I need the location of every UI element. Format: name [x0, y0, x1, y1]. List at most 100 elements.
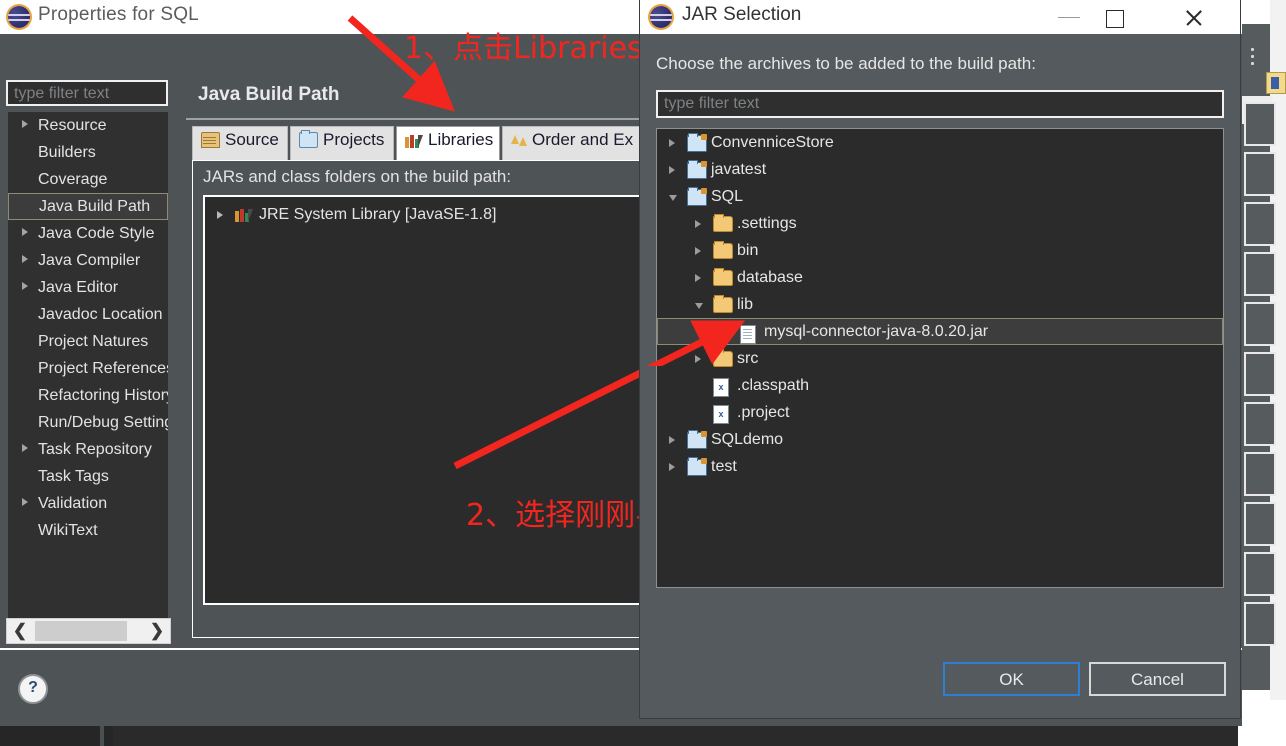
- sidebar-item-java-editor[interactable]: Java Editor: [8, 274, 168, 301]
- overflow-menu-icon[interactable]: [1251, 48, 1254, 70]
- sidebar-tree[interactable]: Resource Builders Coverage Java Build Path J…: [8, 112, 168, 622]
- chevron-right-icon[interactable]: [22, 498, 28, 506]
- tree-item-javatest[interactable]: javatest: [657, 156, 1223, 183]
- tree-item-src[interactable]: src: [657, 345, 1223, 372]
- tree-item-test[interactable]: test: [657, 453, 1223, 480]
- folder-icon: [713, 349, 733, 367]
- sidebar-item-javadoc-location[interactable]: Javadoc Location: [8, 301, 168, 328]
- sidebar-item-label: Task Repository: [38, 441, 152, 458]
- sidebar-item-coverage[interactable]: Coverage: [8, 166, 168, 193]
- tree-item-label: javatest: [711, 161, 767, 178]
- minimize-icon[interactable]: [1046, 0, 1092, 34]
- chevron-right-icon[interactable]: [695, 247, 701, 255]
- tree-item-mysql-connector-java-8-0-20-jar[interactable]: mysql-connector-java-8.0.20.jar: [657, 318, 1223, 345]
- close-icon[interactable]: [1170, 0, 1216, 34]
- properties-window-title: Properties for SQL: [38, 4, 199, 25]
- tab-libraries[interactable]: Libraries: [396, 126, 500, 160]
- tree-item-sqldemo[interactable]: SQLdemo: [657, 426, 1223, 453]
- tree-item-classpath[interactable]: x .classpath: [657, 372, 1223, 399]
- tab-projects[interactable]: Projects: [290, 126, 394, 160]
- tree-item-settings[interactable]: .settings: [657, 210, 1223, 237]
- jar-filter-input[interactable]: type filter text: [656, 90, 1224, 118]
- sidebar-item-refactoring-history[interactable]: Refactoring History: [8, 382, 168, 409]
- jar-selection-tree[interactable]: ConvenniceStore javatest SQL .settings bin da…: [656, 128, 1224, 588]
- tab-order-and-ex[interactable]: Order and Ex: [502, 126, 652, 160]
- folder-icon: [713, 241, 733, 259]
- tree-item-label: src: [737, 350, 759, 367]
- tree-item-label: SQLdemo: [711, 431, 784, 448]
- sidebar-item-wikitext[interactable]: WikiText: [8, 517, 168, 544]
- chevron-right-icon[interactable]: [22, 255, 28, 263]
- chevron-right-icon[interactable]: [695, 274, 701, 282]
- sidebar-item-java-compiler[interactable]: Java Compiler: [8, 247, 168, 274]
- sidebar-item-project-references[interactable]: Project References: [8, 355, 168, 382]
- maximize-icon[interactable]: [1092, 0, 1138, 34]
- sidebar-item-label: Refactoring History: [38, 387, 168, 404]
- tab-source[interactable]: Source: [192, 126, 288, 160]
- jar-dialog-title: JAR Selection: [682, 4, 802, 25]
- sidebar-item-label: Resource: [38, 117, 107, 134]
- sidebar-filter-input[interactable]: type filter text: [6, 80, 168, 106]
- chevron-right-icon[interactable]: [669, 436, 675, 444]
- chevron-right-icon[interactable]: [695, 355, 701, 363]
- chevron-right-icon[interactable]: [22, 282, 28, 290]
- project-icon: [687, 160, 707, 179]
- sidebar-item-project-natures[interactable]: Project Natures: [8, 328, 168, 355]
- tree-item-convennicestore[interactable]: ConvenniceStore: [657, 129, 1223, 156]
- project-icon: [687, 457, 707, 476]
- chevron-right-icon[interactable]: ❯: [144, 619, 170, 643]
- tree-item-sql[interactable]: SQL: [657, 183, 1223, 210]
- project-icon: [687, 133, 707, 152]
- sidebar-item-label: Validation: [38, 495, 108, 512]
- chevron-right-icon[interactable]: [695, 220, 701, 228]
- tree-item-lib[interactable]: lib: [657, 291, 1223, 318]
- scrollbar-thumb[interactable]: [35, 621, 127, 641]
- tree-item-project[interactable]: x .project: [657, 399, 1223, 426]
- chevron-right-icon[interactable]: [22, 228, 28, 236]
- tree-item-bin[interactable]: bin: [657, 237, 1223, 264]
- sidebar-item-label: WikiText: [38, 522, 98, 539]
- cancel-button[interactable]: Cancel: [1089, 662, 1226, 696]
- chevron-down-icon[interactable]: [669, 195, 677, 201]
- background-button: [1244, 502, 1276, 546]
- help-question-icon[interactable]: ?: [18, 674, 48, 704]
- sidebar-item-label: Task Tags: [38, 468, 109, 485]
- sidebar-item-resource[interactable]: Resource: [8, 112, 168, 139]
- chevron-right-icon[interactable]: [217, 211, 223, 219]
- sidebar-item-label: Java Compiler: [38, 252, 141, 269]
- tab-label: Libraries: [428, 130, 494, 149]
- chevron-down-icon[interactable]: [695, 303, 703, 309]
- sidebar-horizontal-scrollbar[interactable]: ❮ ❯: [6, 618, 171, 644]
- project-icon: [687, 430, 707, 449]
- background-button: [1244, 452, 1276, 496]
- chevron-right-icon[interactable]: [669, 463, 675, 471]
- sidebar-item-label: Javadoc Location: [38, 306, 163, 323]
- chevron-right-icon[interactable]: [669, 139, 675, 147]
- sidebar-filter-placeholder: type filter text: [14, 85, 110, 102]
- sidebar-item-builders[interactable]: Builders: [8, 139, 168, 166]
- ok-button[interactable]: OK: [943, 662, 1080, 696]
- sidebar-item-task-tags[interactable]: Task Tags: [8, 463, 168, 490]
- chevron-right-icon[interactable]: [22, 444, 28, 452]
- background-button: [1244, 152, 1276, 196]
- jar-file-icon: [1266, 72, 1286, 94]
- tree-item-database[interactable]: database: [657, 264, 1223, 291]
- background-button: [1244, 252, 1276, 296]
- annotation-step-1: 1、点击Libraries: [404, 31, 643, 66]
- chevron-right-icon[interactable]: [22, 120, 28, 128]
- tree-item-label: .settings: [737, 215, 797, 232]
- sidebar-item-validation[interactable]: Validation: [8, 490, 168, 517]
- sidebar-item-java-build-path[interactable]: Java Build Path: [8, 193, 168, 220]
- sidebar-item-run-debug-settings[interactable]: Run/Debug Settings: [8, 409, 168, 436]
- sidebar-item-label: Java Code Style: [38, 225, 155, 242]
- tree-item-label: lib: [737, 296, 754, 313]
- folder-icon: [713, 268, 733, 286]
- sidebar-item-task-repository[interactable]: Task Repository: [8, 436, 168, 463]
- chevron-left-icon[interactable]: ❮: [7, 619, 33, 643]
- jars-section-label: JARs and class folders on the build path…: [203, 167, 512, 186]
- tab-label: Projects: [323, 130, 385, 149]
- jar-file-icon: [740, 325, 756, 344]
- chevron-right-icon[interactable]: [669, 166, 675, 174]
- sidebar-item-java-code-style[interactable]: Java Code Style: [8, 220, 168, 247]
- tree-item-label: JRE System Library [JavaSE-1.8]: [259, 206, 497, 223]
